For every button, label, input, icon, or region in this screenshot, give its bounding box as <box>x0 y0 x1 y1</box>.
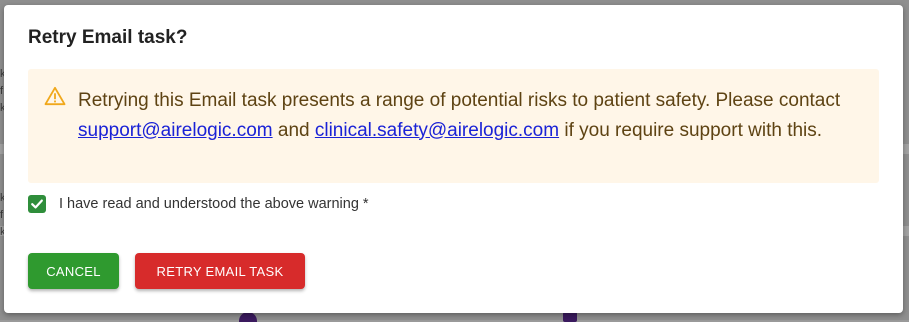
dialog-title: Retry Email task? <box>28 27 188 48</box>
warning-message: Retrying this Email task presents a rang… <box>78 86 858 145</box>
warning-alert: Retrying this Email task presents a rang… <box>28 69 879 183</box>
warning-text-end: if you require support with this. <box>559 119 823 141</box>
warning-text-middle: and <box>272 119 315 141</box>
acknowledge-checkbox[interactable] <box>28 195 46 213</box>
retry-email-task-button[interactable]: RETRY EMAIL TASK <box>135 253 305 289</box>
retry-dialog: Retry Email task? Retrying this Email ta… <box>4 5 903 313</box>
checkmark-icon <box>31 199 43 209</box>
acknowledge-checkbox-label: I have read and understood the above war… <box>59 196 369 212</box>
warning-triangle-icon <box>44 86 66 106</box>
background-avatar-icon <box>239 312 257 322</box>
support-email-link[interactable]: support@airelogic.com <box>78 120 273 141</box>
warning-text-start: Retrying this Email task presents a rang… <box>78 90 841 111</box>
acknowledge-checkbox-row[interactable]: I have read and understood the above war… <box>28 193 369 215</box>
clinical-safety-email-link[interactable]: clinical.safety@airelogic.com <box>315 120 559 141</box>
background-people-icon <box>563 312 577 322</box>
cancel-button[interactable]: CANCEL <box>28 253 119 289</box>
